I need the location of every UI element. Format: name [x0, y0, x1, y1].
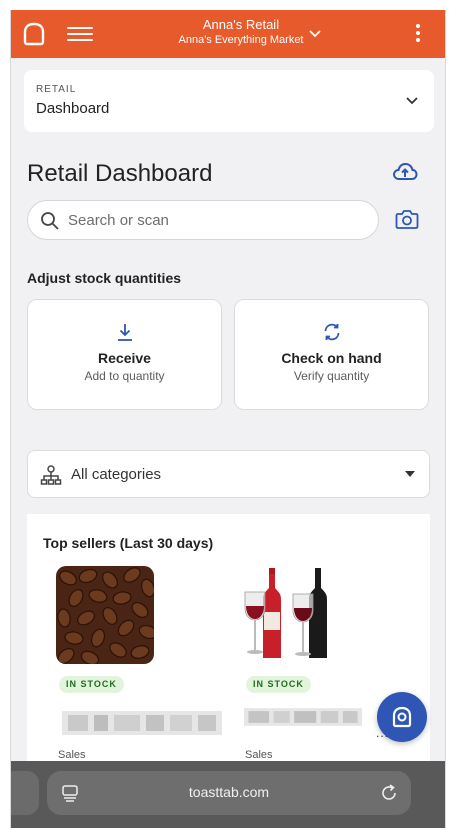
address-bar[interactable]: toasttab.com	[47, 771, 411, 815]
store-name: Anna's Retail	[202, 17, 280, 32]
download-icon	[118, 324, 132, 341]
chevron-down-icon[interactable]	[309, 28, 321, 38]
sales-label: Sales	[58, 749, 86, 761]
category-hierarchy-icon	[40, 465, 62, 485]
top-sellers-card: Top sellers (Last 30 days) IN STOCK Sale…	[27, 514, 430, 774]
receive-title: Receive	[98, 350, 151, 366]
product-name-redacted	[244, 708, 362, 726]
stock-status-badge: IN STOCK	[59, 676, 124, 693]
more-options-icon[interactable]	[411, 24, 425, 44]
search-bar	[27, 200, 379, 240]
check-on-hand-button[interactable]: Check on hand Verify quantity	[234, 299, 429, 410]
category-filter-value: All categories	[71, 466, 162, 483]
coffee-beans-image	[56, 566, 154, 664]
receive-button[interactable]: Receive Add to quantity	[27, 299, 222, 410]
check-on-hand-title: Check on hand	[281, 350, 382, 366]
section-dropdown[interactable]: RETAIL Dashboard	[24, 70, 434, 132]
page-title: Retail Dashboard	[27, 160, 213, 187]
section-value: Dashboard	[36, 100, 110, 117]
search-icon	[41, 212, 59, 230]
wine-bottles-image	[243, 566, 341, 664]
search-input[interactable]	[68, 209, 368, 231]
adjust-stock-heading: Adjust stock quantities	[27, 270, 182, 286]
sales-label: Sales	[245, 749, 273, 761]
product-tile[interactable]: IN STOCK Sales	[56, 566, 226, 776]
receive-subtitle: Add to quantity	[84, 369, 165, 383]
refresh-icon	[324, 323, 340, 341]
product-name-redacted	[62, 711, 222, 735]
section-category-label: RETAIL	[36, 84, 77, 95]
camera-scan-icon[interactable]	[395, 208, 419, 230]
url-text: toasttab.com	[188, 784, 270, 800]
caret-down-icon	[405, 471, 415, 477]
browser-toolbar: toasttab.com	[11, 761, 445, 828]
reload-icon[interactable]	[379, 783, 399, 803]
chevron-down-icon	[406, 97, 418, 105]
app-screen: Anna's Retail Anna's Everything Market R…	[10, 10, 446, 828]
cloud-upload-icon[interactable]	[391, 158, 419, 186]
chat-support-button[interactable]	[377, 692, 427, 742]
top-sellers-heading: Top sellers (Last 30 days)	[43, 535, 214, 551]
check-on-hand-subtitle: Verify quantity	[293, 369, 370, 383]
store-subtitle: Anna's Everything Market	[178, 34, 304, 46]
stock-status-badge: IN STOCK	[246, 676, 311, 693]
category-filter-dropdown[interactable]: All categories	[27, 450, 430, 498]
previous-tab[interactable]	[11, 771, 39, 815]
store-switcher[interactable]: Anna's Retail Anna's Everything Market	[151, 16, 331, 48]
product-tile[interactable]: IN STOCK Sales	[243, 566, 413, 776]
chat-icon	[392, 706, 412, 728]
top-bar: Anna's Retail Anna's Everything Market	[11, 10, 445, 58]
toast-logo-icon[interactable]	[21, 21, 47, 47]
hamburger-menu-icon[interactable]	[67, 24, 93, 44]
